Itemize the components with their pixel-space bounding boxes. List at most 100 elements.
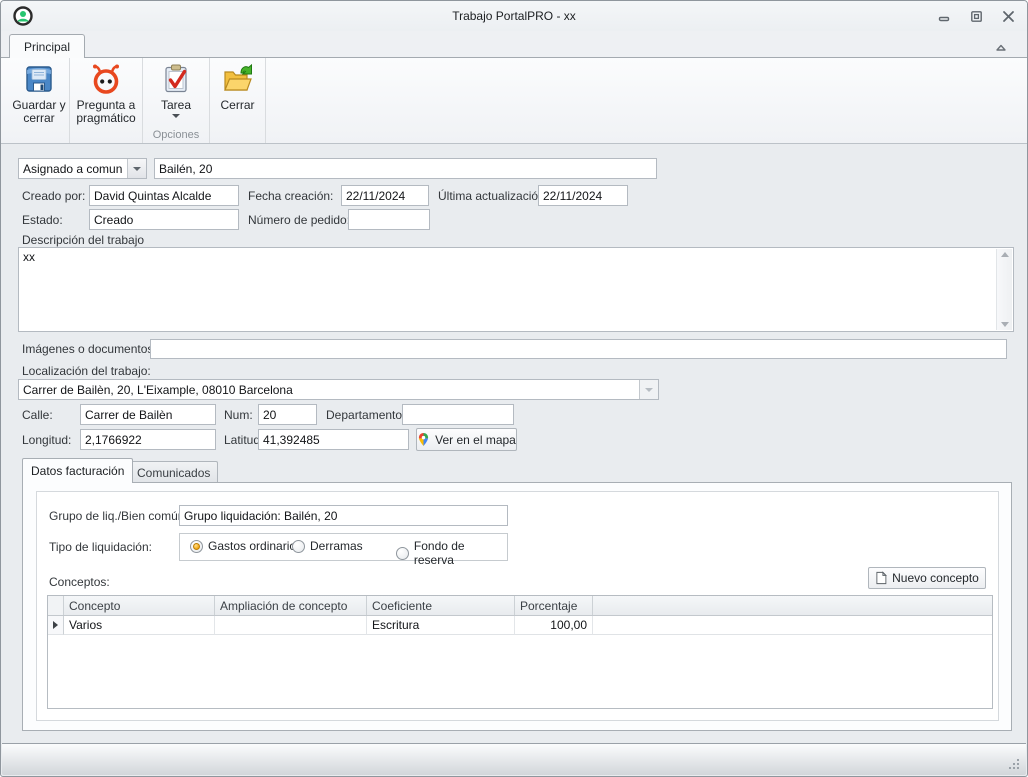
- google-maps-pin-icon: [417, 432, 430, 447]
- grid-header-porcentaje[interactable]: Porcentaje: [515, 596, 593, 615]
- grupo-liq-label: Grupo de liq./Bien común:: [49, 509, 188, 523]
- grid-header-concepto[interactable]: Concepto: [64, 596, 215, 615]
- longitud-input[interactable]: [80, 429, 216, 450]
- descripcion-field: xx: [18, 247, 1014, 332]
- radio-gastos-ordinarios-label: Gastos ordinarios: [208, 539, 302, 553]
- grid-header-coeficiente[interactable]: Coeficiente: [367, 596, 515, 615]
- window-title: Trabajo PortalPRO - xx: [1, 9, 1027, 23]
- ribbon-collapse-button[interactable]: [993, 40, 1009, 54]
- assigned-combo-arrow-button[interactable]: [127, 159, 146, 178]
- tab-datos-facturacion[interactable]: Datos facturación: [22, 458, 133, 483]
- grupo-liq-input[interactable]: [179, 505, 508, 526]
- radio-derramas[interactable]: Derramas: [292, 539, 363, 553]
- close-icon: [1002, 10, 1015, 23]
- estado-label: Estado:: [22, 213, 63, 227]
- creado-por-input[interactable]: [89, 185, 239, 206]
- chevron-up-icon: [995, 42, 1007, 52]
- latitud-input[interactable]: [258, 429, 409, 450]
- descripcion-label: Descripción del trabajo: [22, 233, 144, 247]
- tarea-button[interactable]: Tarea: [145, 62, 207, 125]
- grid-header-filler: [593, 596, 992, 615]
- robot-icon: [89, 62, 123, 96]
- numero-pedido-label: Número de pedido:: [248, 213, 350, 227]
- calle-input[interactable]: [80, 404, 216, 425]
- datos-facturacion-page: Grupo de liq./Bien común: Tipo de liquid…: [22, 482, 1012, 731]
- nuevo-concepto-button[interactable]: Nuevo concepto: [868, 567, 986, 589]
- tipo-liquidacion-label: Tipo de liquidación:: [49, 540, 152, 554]
- facturacion-panel: Grupo de liq./Bien común: Tipo de liquid…: [36, 491, 999, 721]
- open-folder-icon: [221, 62, 255, 96]
- resize-grip[interactable]: [1007, 757, 1021, 771]
- numero-pedido-input[interactable]: [348, 209, 430, 230]
- ultima-actualizacion-input[interactable]: [538, 185, 628, 206]
- save-and-close-label: Guardar y cerrar: [11, 99, 67, 125]
- ribbon-tab-row: Principal: [1, 31, 1027, 57]
- ribbon-group-save: Guardar y cerrar: [9, 58, 70, 143]
- cell-porcentaje[interactable]: 100,00: [515, 616, 593, 635]
- radio-unselected-icon: [292, 540, 305, 553]
- nuevo-concepto-label: Nuevo concepto: [892, 571, 979, 585]
- assigned-combo[interactable]: [18, 158, 147, 179]
- cell-concepto[interactable]: Varios: [64, 616, 215, 635]
- localizacion-combo-input[interactable]: [19, 380, 639, 399]
- localizacion-combo[interactable]: [18, 379, 659, 400]
- tipo-liquidacion-group: Gastos ordinarios Derramas Fondo de rese…: [179, 533, 508, 561]
- cerrar-button[interactable]: Cerrar: [212, 62, 263, 125]
- task-clipboard-icon: [159, 62, 193, 96]
- app-icon: [13, 6, 33, 26]
- descripcion-scrollbar[interactable]: [996, 249, 1012, 330]
- grid-header-indicator: [48, 596, 64, 615]
- estado-input[interactable]: [89, 209, 239, 230]
- grid-header-row: Concepto Ampliación de concepto Coeficie…: [48, 596, 992, 616]
- radio-gastos-ordinarios[interactable]: Gastos ordinarios: [190, 539, 302, 553]
- ribbon: Guardar y cerrar Pregunta a pragmáti: [1, 57, 1027, 144]
- radio-fondo-reserva[interactable]: Fondo de reserva: [396, 539, 507, 567]
- assigned-combo-input[interactable]: [19, 159, 127, 178]
- creado-por-label: Creado por:: [22, 189, 85, 203]
- imagenes-input[interactable]: [150, 339, 1007, 359]
- cell-coeficiente[interactable]: Escritura: [367, 616, 515, 635]
- tab-datos-facturacion-label: Datos facturación: [31, 464, 124, 478]
- longitud-label: Longitud:: [22, 433, 71, 447]
- ver-mapa-label: Ver en el mapa: [435, 433, 516, 447]
- tab-comunicados[interactable]: Comunicados: [129, 461, 218, 483]
- fecha-creacion-label: Fecha creación:: [248, 189, 333, 203]
- tab-principal[interactable]: Principal: [9, 34, 85, 58]
- scroll-up-icon[interactable]: [1001, 252, 1009, 257]
- main-form: Creado por: Fecha creación: Última actua…: [2, 144, 1026, 743]
- descripcion-textarea[interactable]: xx: [19, 248, 996, 331]
- fecha-creacion-input[interactable]: [341, 185, 429, 206]
- grid-header-ampliacion[interactable]: Ampliación de concepto: [215, 596, 367, 615]
- row-indicator: [48, 616, 64, 635]
- restore-button[interactable]: [969, 9, 983, 23]
- restore-icon: [970, 10, 983, 23]
- status-bar: [2, 743, 1026, 775]
- radio-fondo-reserva-label: Fondo de reserva: [414, 539, 507, 567]
- ver-mapa-button[interactable]: Ver en el mapa: [416, 428, 517, 451]
- num-label: Num:: [224, 408, 253, 422]
- dropdown-arrow-icon: [172, 114, 180, 118]
- localizacion-combo-arrow-button[interactable]: [639, 380, 658, 399]
- ribbon-group-opciones: Tarea Opciones: [143, 58, 210, 143]
- scroll-down-icon[interactable]: [1001, 322, 1009, 327]
- minimize-button[interactable]: [937, 9, 951, 23]
- num-input[interactable]: [258, 404, 317, 425]
- departamento-input[interactable]: [402, 404, 514, 425]
- cell-ampliacion[interactable]: [215, 616, 367, 635]
- close-button[interactable]: [1001, 9, 1015, 23]
- radio-unselected-icon: [396, 547, 409, 560]
- ribbon-group-pregunta: Pregunta a pragmático: [70, 58, 143, 143]
- community-input[interactable]: [154, 158, 657, 179]
- radio-selected-icon: [190, 540, 203, 553]
- radio-derramas-label: Derramas: [310, 539, 363, 553]
- departamento-label: Departamento:: [326, 408, 405, 422]
- save-icon: [22, 62, 56, 96]
- calle-label: Calle:: [22, 408, 53, 422]
- ask-pragmatico-button[interactable]: Pregunta a pragmático: [72, 62, 140, 125]
- app-window: Trabajo PortalPRO - xx Principal: [0, 0, 1028, 777]
- save-and-close-button[interactable]: Guardar y cerrar: [11, 62, 67, 125]
- ultima-actualizacion-label: Última actualización:: [438, 189, 548, 203]
- tab-comunicados-label: Comunicados: [137, 466, 210, 480]
- table-row[interactable]: Varios Escritura 100,00: [48, 616, 992, 635]
- cerrar-label: Cerrar: [220, 99, 254, 112]
